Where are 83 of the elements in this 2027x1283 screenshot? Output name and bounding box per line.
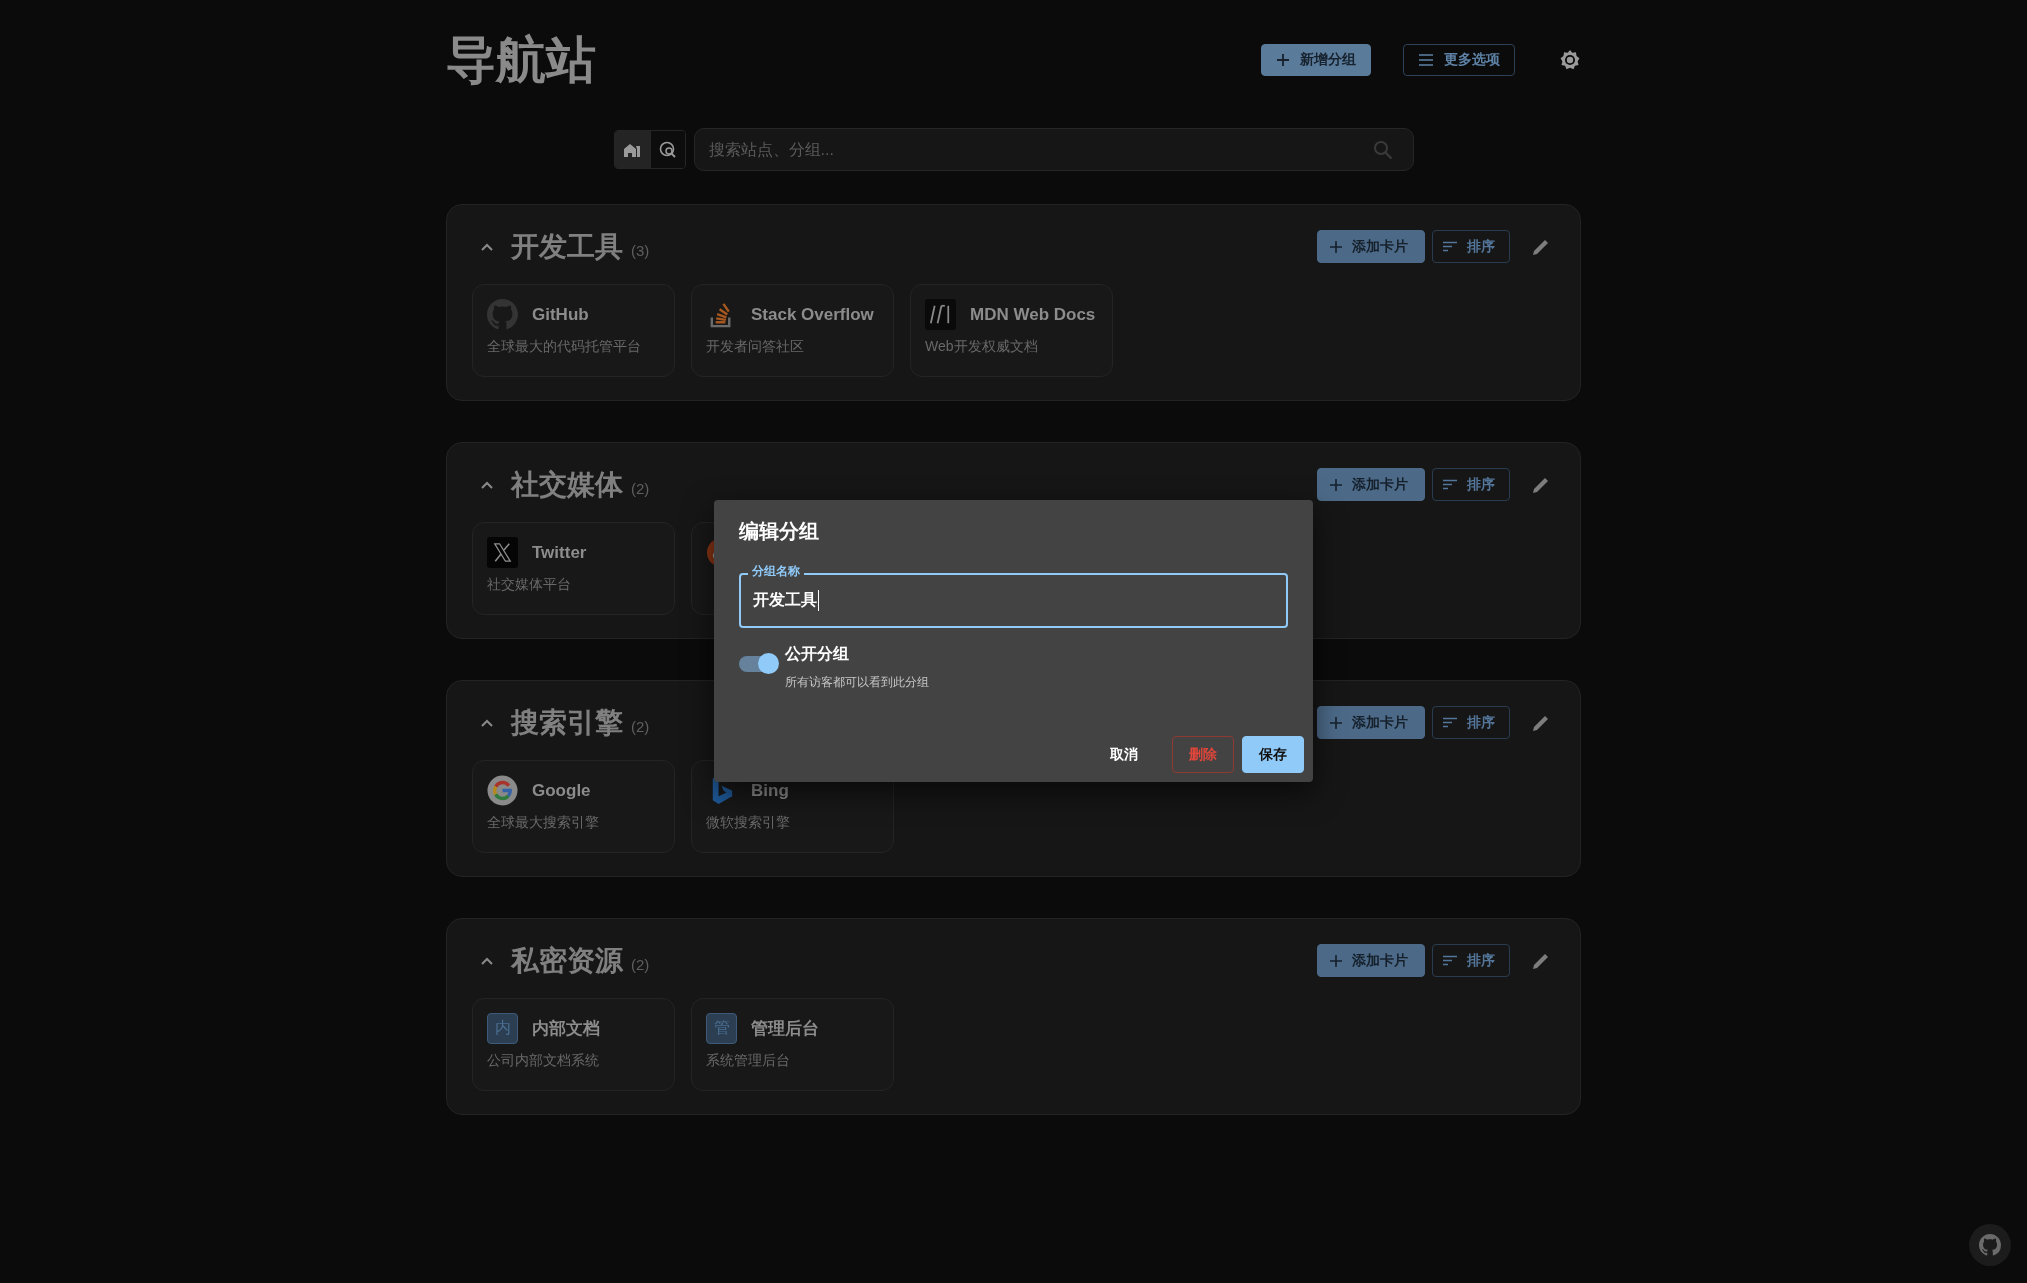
sort-icon xyxy=(1443,955,1457,966)
sort-button[interactable]: 排序 xyxy=(1432,468,1510,501)
card-title: Google xyxy=(532,780,591,801)
add-card-button[interactable]: 添加卡片 xyxy=(1317,944,1425,977)
plus-icon xyxy=(1276,53,1290,67)
sort-icon xyxy=(1443,241,1457,252)
save-button[interactable]: 保存 xyxy=(1242,736,1304,773)
card-description: 全球最大的代码托管平台 xyxy=(487,338,642,356)
search-field[interactable]: 搜索站点、分组... xyxy=(693,128,1414,171)
card-title: GitHub xyxy=(532,304,589,325)
group-title: 私密资源 xyxy=(511,943,623,978)
add-card-button[interactable]: 添加卡片 xyxy=(1317,230,1425,263)
chevron-up-icon[interactable] xyxy=(480,717,494,728)
dialog-title: 编辑分组 xyxy=(739,519,820,544)
sort-button[interactable]: 排序 xyxy=(1432,706,1510,739)
search-input[interactable]: 搜索站点、分组... xyxy=(706,139,1373,160)
site-card[interactable]: 内 内部文档 公司内部文档系统 xyxy=(472,998,675,1091)
letter-icon: 内 xyxy=(487,1013,518,1044)
chevron-up-icon[interactable] xyxy=(480,955,494,966)
github-icon[interactable] xyxy=(1979,1234,2001,1256)
site-card[interactable]: Twitter 社交媒体平台 xyxy=(472,522,675,615)
edit-icon[interactable] xyxy=(1532,237,1550,256)
sort-button[interactable]: 排序 xyxy=(1432,944,1510,977)
card-description: 开发者问答社区 xyxy=(706,338,805,356)
add-group-button[interactable]: 新增分组 xyxy=(1261,44,1371,76)
public-toggle[interactable] xyxy=(739,656,777,672)
edit-icon[interactable] xyxy=(1532,951,1550,970)
toggle-label: 公开分组 xyxy=(785,645,849,662)
site-card[interactable]: Google 全球最大搜索引擎 xyxy=(472,760,675,853)
group-title: 搜索引擎 xyxy=(511,705,623,740)
site-card[interactable]: MDN Web Docs Web开发权威文档 xyxy=(910,284,1113,377)
google-icon xyxy=(487,775,518,806)
edit-icon[interactable] xyxy=(1532,713,1550,732)
card-title: 管理后台 xyxy=(751,1018,819,1040)
letter-icon: 管 xyxy=(706,1013,737,1044)
mdn-logo-icon xyxy=(925,299,956,330)
card-title: Bing xyxy=(751,780,789,801)
menu-icon xyxy=(1418,53,1434,67)
site-card[interactable]: 管 管理后台 系统管理后台 xyxy=(691,998,894,1091)
site-card[interactable]: GitHub 全球最大的代码托管平台 xyxy=(472,284,675,377)
x-logo-icon xyxy=(487,537,518,568)
sort-button[interactable]: 排序 xyxy=(1432,230,1510,263)
group-title: 开发工具 xyxy=(511,229,623,264)
card-description: 社交媒体平台 xyxy=(487,576,572,594)
plus-icon xyxy=(1330,478,1342,491)
toggle-helper-text: 所有访客都可以看到此分组 xyxy=(785,674,929,691)
more-options-button[interactable]: 更多选项 xyxy=(1403,44,1515,76)
card-title: Twitter xyxy=(532,542,587,563)
home-icon xyxy=(623,141,641,158)
add-card-button[interactable]: 添加卡片 xyxy=(1317,468,1425,501)
group-count: (2) xyxy=(631,718,651,735)
card-description: 微软搜索引擎 xyxy=(706,814,791,832)
web-search-toggle[interactable] xyxy=(649,131,685,168)
group-count: (3) xyxy=(631,242,651,259)
sort-icon xyxy=(1443,479,1457,490)
group-title: 社交媒体 xyxy=(511,467,623,502)
chevron-up-icon[interactable] xyxy=(480,241,494,252)
card-title: 内部文档 xyxy=(532,1018,600,1040)
group-count: (2) xyxy=(631,480,651,497)
plus-icon xyxy=(1330,954,1342,967)
field-value: 开发工具 xyxy=(753,590,819,611)
card-title: MDN Web Docs xyxy=(970,304,1096,325)
add-card-button[interactable]: 添加卡片 xyxy=(1317,706,1425,739)
card-description: 全球最大搜索引擎 xyxy=(487,814,600,832)
site-card[interactable]: Stack Overflow 开发者问答社区 xyxy=(691,284,894,377)
chevron-up-icon[interactable] xyxy=(480,479,494,490)
card-description: 系统管理后台 xyxy=(706,1052,791,1070)
edit-icon[interactable] xyxy=(1532,475,1550,494)
sort-icon xyxy=(1443,717,1457,728)
field-label: 分组名称 xyxy=(748,564,804,578)
settings-icon[interactable] xyxy=(1559,49,1581,71)
card-title: Stack Overflow xyxy=(751,304,874,325)
site-search-toggle[interactable] xyxy=(614,131,650,168)
github-icon xyxy=(487,299,518,330)
plus-icon xyxy=(1330,240,1342,253)
search-icon xyxy=(1372,139,1393,160)
group-count: (2) xyxy=(631,956,651,973)
plus-icon xyxy=(1330,716,1342,729)
site-title: 导航站 xyxy=(446,30,597,90)
card-description: 公司内部文档系统 xyxy=(487,1052,600,1070)
cancel-button[interactable]: 取消 xyxy=(1094,736,1154,773)
card-description: Web开发权威文档 xyxy=(925,338,1039,356)
web-search-icon xyxy=(658,140,677,159)
